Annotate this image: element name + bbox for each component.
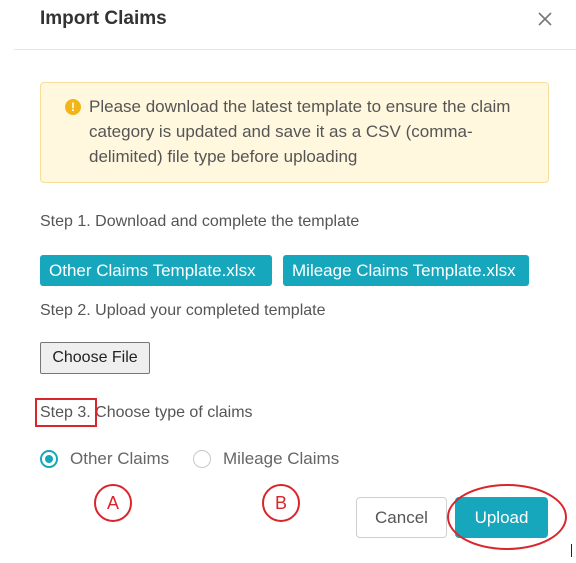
step-3-highlight-box	[35, 398, 97, 427]
exclamation-icon: !	[65, 99, 81, 115]
choose-file-button[interactable]: Choose File	[40, 342, 150, 374]
close-icon[interactable]	[532, 6, 558, 32]
mileage-claims-radio-label[interactable]: Mileage Claims	[223, 449, 339, 469]
cancel-button[interactable]: Cancel	[356, 497, 447, 538]
dialog-title: Import Claims	[40, 8, 167, 29]
mileage-claims-template-button[interactable]: Mileage Claims Template.xlsx	[283, 255, 529, 286]
upload-highlight-ellipse	[447, 484, 567, 550]
radio-selected-dot	[45, 455, 53, 463]
alert-text: Please download the latest template to e…	[89, 97, 511, 166]
text-cursor	[571, 544, 572, 557]
header-divider	[14, 49, 576, 50]
annotation-marker-a: A	[94, 484, 132, 522]
other-claims-radio[interactable]	[40, 450, 58, 468]
other-claims-radio-label[interactable]: Other Claims	[70, 449, 169, 469]
warning-alert: ! Please download the latest template to…	[40, 82, 549, 183]
step-1-label: Step 1. Download and complete the templa…	[40, 213, 360, 230]
other-claims-template-button[interactable]: Other Claims Template.xlsx	[40, 255, 272, 286]
step-2-label: Step 2. Upload your completed template	[40, 302, 326, 319]
annotation-marker-b: B	[262, 484, 300, 522]
mileage-claims-radio[interactable]	[193, 450, 211, 468]
